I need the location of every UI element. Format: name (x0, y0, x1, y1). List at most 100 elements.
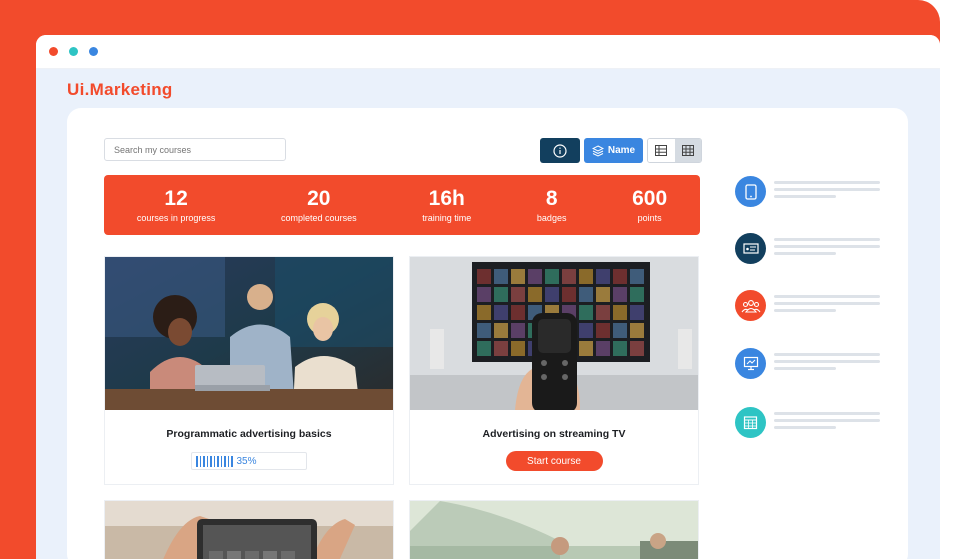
placeholder-line (774, 302, 880, 305)
progress-tick (203, 455, 205, 467)
screen-icon (743, 356, 758, 371)
stat-badges: 8 badges (536, 187, 567, 223)
poster-tile (545, 287, 559, 302)
office-team-photo (105, 257, 393, 410)
poster-tile (613, 287, 627, 302)
presentation-icon (742, 242, 759, 254)
course-title[interactable]: Advertising on streaming TV (410, 428, 698, 440)
sidebar-icon-circle (735, 233, 766, 264)
placeholder-line (774, 188, 880, 191)
poster-tile (562, 287, 576, 302)
poster-tile (562, 269, 576, 284)
sidebar-item-group[interactable] (735, 290, 905, 322)
poster-tile (613, 341, 627, 356)
poster-tile (477, 323, 491, 338)
poster-tile (511, 287, 525, 302)
poster-tile (545, 269, 559, 284)
progress-tick (206, 455, 208, 467)
progress-tick (196, 455, 198, 467)
poster-tile (596, 323, 610, 338)
poster-tile (511, 323, 525, 338)
info-button[interactable] (540, 138, 580, 163)
poster-tile (494, 305, 508, 320)
placeholder-line (774, 426, 836, 429)
poster-tile (494, 287, 508, 302)
placeholder-line (774, 360, 880, 363)
poster-tile (477, 287, 491, 302)
meeting-photo (410, 501, 698, 559)
search-input[interactable] (104, 138, 286, 161)
placeholder-line (774, 195, 836, 198)
poster-tile (630, 287, 644, 302)
course-thumbnail-office[interactable] (105, 257, 393, 410)
layers-icon (591, 144, 604, 157)
poster-tile (477, 305, 491, 320)
poster-tile (494, 323, 508, 338)
placeholder-line (774, 238, 880, 241)
progress-tick (220, 455, 222, 467)
window-titlebar (36, 35, 940, 69)
progress-bars (196, 455, 233, 467)
placeholder-line (774, 295, 880, 298)
course-card[interactable]: Programmatic advertising basics 35% (104, 256, 394, 485)
sidebar-item-screen[interactable] (735, 348, 905, 380)
sort-name-label: Name (607, 145, 636, 156)
window-minimize-dot[interactable] (69, 47, 78, 56)
progress-tick (217, 455, 219, 467)
brand-logo[interactable]: Ui.Marketing (67, 80, 173, 100)
progress-tick (213, 455, 215, 467)
grid-view-button[interactable] (674, 139, 701, 162)
poster-tile (477, 269, 491, 284)
poster-tile (630, 323, 644, 338)
view-toggle (647, 138, 702, 163)
poster-tile (613, 305, 627, 320)
sidebar-icon-circle (735, 407, 766, 438)
browser-window: Ui.Marketing Name (36, 35, 940, 559)
sidebar-icon-circle (735, 176, 766, 207)
sidebar-item-calendar[interactable] (735, 407, 905, 439)
poster-tile (511, 305, 525, 320)
poster-tile (596, 341, 610, 356)
sidebar-item-tablet[interactable] (735, 176, 905, 208)
course-card[interactable]: Advertising on streaming TV Start course (409, 256, 699, 485)
list-view-button[interactable] (648, 139, 675, 162)
poster-tile (613, 269, 627, 284)
placeholder-line (774, 245, 880, 248)
placeholder-line (774, 353, 880, 356)
stats-banner: 12 courses in progress 20 completed cour… (104, 175, 700, 235)
list-view-icon (655, 145, 668, 156)
sidebar-icon-circle (735, 290, 766, 321)
poster-tile (630, 269, 644, 284)
poster-tile (511, 341, 525, 356)
page-content: Ui.Marketing Name (36, 69, 940, 559)
course-title[interactable]: Programmatic advertising basics (105, 428, 393, 440)
sort-name-button[interactable]: Name (584, 138, 643, 163)
window-maximize-dot[interactable] (89, 47, 98, 56)
course-card[interactable] (409, 500, 699, 559)
info-icon (553, 143, 567, 158)
course-thumbnail-tv[interactable] (410, 257, 698, 410)
progress-tick (227, 455, 229, 467)
poster-tile (579, 323, 593, 338)
progress-tick (210, 455, 212, 467)
window-close-dot[interactable] (49, 47, 58, 56)
placeholder-line (774, 252, 836, 255)
poster-tile (511, 269, 525, 284)
poster-tile (596, 269, 610, 284)
poster-tile (579, 305, 593, 320)
poster-tile (596, 305, 610, 320)
course-thumbnail-tablet[interactable] (105, 501, 393, 559)
placeholder-line (774, 309, 836, 312)
placeholder-line (774, 367, 836, 370)
placeholder-line (774, 412, 880, 415)
start-course-button[interactable]: Start course (505, 451, 603, 471)
course-thumbnail-meeting[interactable] (410, 501, 698, 559)
poster-tile (579, 287, 593, 302)
poster-tile (494, 269, 508, 284)
course-card[interactable] (104, 500, 394, 559)
sidebar-item-presentation[interactable] (735, 233, 905, 265)
poster-tile (596, 287, 610, 302)
progress-value: 35% (236, 455, 257, 467)
poster-tile (630, 305, 644, 320)
placeholder-line (774, 419, 880, 422)
